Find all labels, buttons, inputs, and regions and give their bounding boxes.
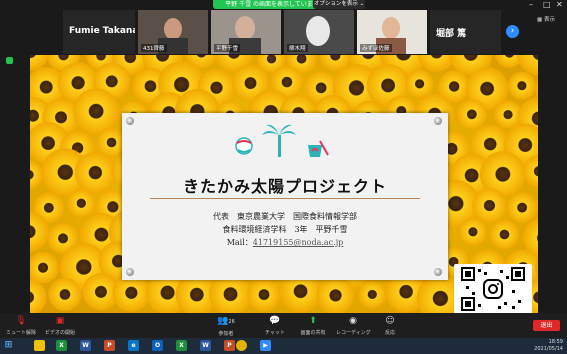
powerpoint-icon[interactable]: P	[104, 340, 115, 351]
instagram-icon	[483, 279, 503, 299]
participants-count: 26	[228, 319, 235, 325]
share-screen-label: 画面の共有	[300, 330, 326, 336]
view-options-button[interactable]: オプションを表示 ⌄	[313, 0, 365, 9]
close-icon[interactable]: ✕	[556, 0, 563, 9]
chat-label: チャット	[265, 330, 285, 336]
record-button[interactable]: ◉ レコーディング	[336, 316, 371, 336]
chrome-icon[interactable]	[236, 340, 247, 351]
video-gallery-strip: Fumie Takanashi 431齊藤 平野千雪 柳木翔 みずほ佐藤 堀部 …	[63, 10, 501, 54]
zoom-icon[interactable]: ▶	[260, 340, 271, 351]
sunflower	[458, 217, 487, 246]
clock-time: 18:59	[548, 339, 563, 345]
start-video-label: ビデオの開始	[44, 330, 75, 336]
sunflower	[316, 276, 355, 313]
meeting-toolbar: 🎙 ミュート解除 ▣ ビデオの開始 👥26 参加者 💬 チャット ⬆ 画面の共有…	[0, 313, 567, 338]
participant-name: 柳木翔	[287, 44, 308, 52]
avatar	[382, 17, 400, 39]
sunflower	[472, 188, 507, 223]
view-mode-button[interactable]: ▦ 表示	[537, 15, 555, 23]
title-divider	[150, 198, 420, 199]
minimize-icon[interactable]: –	[529, 0, 533, 9]
slide-department: 食料環境経済学科 3年 平野千雪	[222, 225, 348, 234]
beach-ball-icon	[235, 137, 253, 155]
sunflower	[74, 151, 117, 194]
unmute-label: ミュート解除	[5, 330, 36, 336]
sunflower	[405, 69, 434, 99]
sunflower	[48, 277, 82, 312]
participant-tile[interactable]: みずほ佐藤	[357, 10, 427, 54]
file-explorer-icon[interactable]	[34, 340, 45, 351]
microphone-muted-icon: 🎙	[15, 316, 27, 326]
maximize-icon[interactable]: □	[543, 0, 551, 9]
sunflower	[358, 280, 387, 309]
word-icon-2[interactable]: W	[200, 340, 211, 351]
participant-name: 平野千雪	[214, 44, 241, 52]
sunflower	[489, 219, 520, 250]
share-banner: 平野 千雪 の画面を表示しています オプションを表示 ⌄ – □ ✕	[0, 0, 567, 9]
sunflower	[247, 277, 281, 312]
qr-code	[454, 264, 532, 314]
avatar	[164, 18, 182, 40]
sunflower	[67, 188, 96, 218]
avatar	[306, 16, 330, 46]
record-icon: ◉	[349, 316, 357, 326]
qr-code-graphic	[461, 267, 525, 311]
email-link[interactable]: 41719155@noda.ac.jp	[253, 238, 344, 247]
screw-icon	[126, 268, 134, 276]
mail-label: Mail：	[226, 238, 253, 247]
system-clock: 18:59 2021/05/14	[534, 339, 563, 353]
unmute-button[interactable]: 🎙 ミュート解除	[4, 316, 38, 336]
screw-icon	[434, 268, 442, 276]
slide-affiliation: 代表 東京農業大学 国際食料情報学部	[213, 212, 357, 221]
reactions-label: 反応	[384, 330, 395, 336]
sand-bucket-icon	[308, 140, 329, 157]
leave-meeting-button[interactable]: 退出	[533, 320, 560, 331]
avatar	[235, 16, 255, 40]
slide-mail-line: Mail：41719155@noda.ac.jp	[122, 237, 448, 248]
participant-tile[interactable]: 平野千雪	[211, 10, 281, 54]
view-mode-label: 表示	[543, 17, 555, 23]
participant-name: Fumie Takanashi	[69, 26, 135, 36]
outlook-icon[interactable]: O	[152, 340, 163, 351]
windows-start-icon[interactable]: ⊞	[3, 340, 14, 351]
word-icon[interactable]: W	[80, 340, 91, 351]
start-video-button[interactable]: ▣ ビデオの開始	[42, 316, 78, 336]
screw-icon	[126, 117, 134, 125]
participant-name: みずほ佐藤	[360, 44, 392, 52]
edge-icon[interactable]: e	[128, 340, 139, 351]
powerpoint-icon-2[interactable]: P	[224, 340, 235, 351]
chat-button[interactable]: 💬 チャット	[263, 316, 287, 336]
participant-tile[interactable]: 堀部 篤	[430, 10, 501, 54]
sunflower	[456, 99, 487, 130]
reaction-icon: ☺	[385, 316, 395, 326]
participant-name: 431齊藤	[141, 44, 167, 52]
participant-tile[interactable]: 431齊藤	[138, 10, 208, 54]
screw-icon	[434, 117, 442, 125]
excel-icon-2[interactable]: X	[176, 340, 187, 351]
clock-date: 2021/05/14	[534, 346, 563, 352]
video-off-icon: ▣	[55, 316, 65, 326]
reactions-button[interactable]: ☺ 反応	[378, 316, 402, 336]
chat-icon: 💬	[269, 316, 281, 326]
participants-icon: 👥26	[217, 316, 235, 326]
windows-taskbar: ⊞ X W P e O X W P ▶ 18:59 2021/05/14	[0, 338, 567, 354]
participant-tile[interactable]: 柳木翔	[284, 10, 354, 54]
excel-icon[interactable]: X	[56, 340, 67, 351]
record-label: レコーディング	[336, 330, 371, 336]
beach-icons	[235, 124, 329, 157]
sunflower	[507, 71, 536, 100]
sunflower	[506, 192, 538, 223]
palm-tree-icon	[262, 124, 296, 157]
next-page-icon[interactable]: ›	[506, 25, 519, 38]
participant-tile-presenter[interactable]: Fumie Takanashi	[63, 10, 135, 54]
participants-label: 参加者	[218, 331, 234, 337]
share-screen-icon: ⬆	[309, 316, 317, 326]
shield-icon	[6, 57, 13, 64]
sunflower	[73, 88, 120, 135]
share-screen-button[interactable]: ⬆ 画面の共有	[296, 316, 330, 336]
slide-title: きたかみ太陽プロジェクト	[182, 177, 387, 196]
participants-button[interactable]: 👥26 参加者	[212, 316, 240, 337]
participant-name: 堀部 篤	[436, 29, 467, 39]
presentation-slide: きたかみ太陽プロジェクト 代表 東京農業大学 国際食料情報学部 食料環境経済学科…	[122, 113, 448, 280]
